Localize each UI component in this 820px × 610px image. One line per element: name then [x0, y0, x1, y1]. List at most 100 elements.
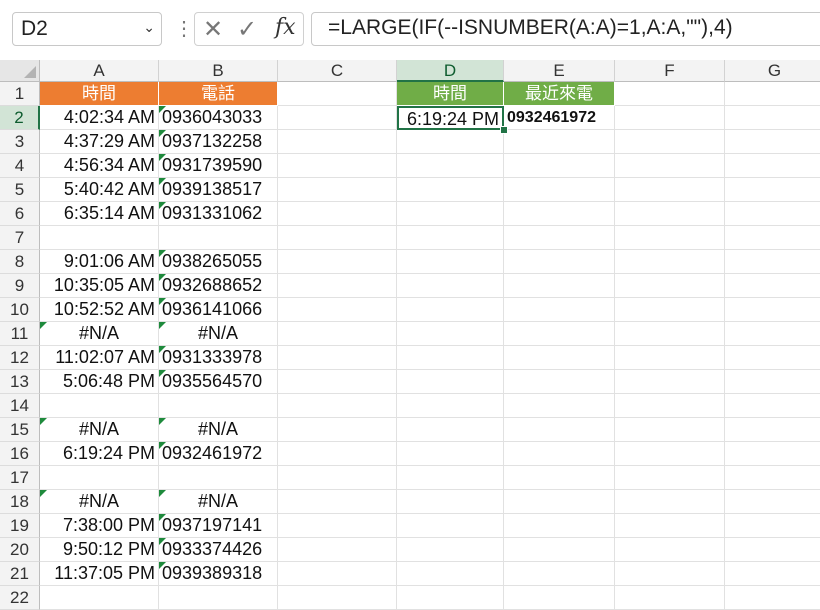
cell-f14[interactable]: [615, 394, 725, 418]
row-header-3[interactable]: 3: [0, 130, 40, 154]
cell-g18[interactable]: [725, 490, 820, 514]
row-header-4[interactable]: 4: [0, 154, 40, 178]
cell-c4[interactable]: [278, 154, 397, 178]
cell-time[interactable]: #N/A: [40, 418, 159, 442]
cell-time[interactable]: 5:40:42 AM: [40, 178, 159, 202]
header-latest-call[interactable]: 最近來電: [504, 82, 615, 106]
cancel-icon[interactable]: ✕: [203, 15, 223, 44]
insert-function-icon[interactable]: fx: [275, 15, 296, 40]
cell-f10[interactable]: [615, 298, 725, 322]
row-header-9[interactable]: 9: [0, 274, 40, 298]
cell-phone[interactable]: 0938265055: [159, 250, 278, 274]
cell-f22[interactable]: [615, 586, 725, 610]
cell-d21[interactable]: [397, 562, 504, 586]
cell-f1[interactable]: [615, 82, 725, 106]
cell-phone[interactable]: 0931333978: [159, 346, 278, 370]
column-header-a[interactable]: A: [40, 60, 159, 82]
cell-phone[interactable]: [159, 394, 278, 418]
cell-d4[interactable]: [397, 154, 504, 178]
cell-time[interactable]: 11:02:07 AM: [40, 346, 159, 370]
chevron-down-icon[interactable]: ⌄: [143, 19, 155, 36]
cell-g16[interactable]: [725, 442, 820, 466]
cell-c19[interactable]: [278, 514, 397, 538]
row-header-19[interactable]: 19: [0, 514, 40, 538]
cell-e21[interactable]: [504, 562, 615, 586]
cell-e13[interactable]: [504, 370, 615, 394]
cell-e22[interactable]: [504, 586, 615, 610]
row-header-13[interactable]: 13: [0, 370, 40, 394]
row-header-21[interactable]: 21: [0, 562, 40, 586]
cell-phone[interactable]: 0931331062: [159, 202, 278, 226]
fill-handle[interactable]: [500, 126, 508, 134]
cell-phone[interactable]: 0939138517: [159, 178, 278, 202]
cell-phone[interactable]: [159, 226, 278, 250]
cell-phone[interactable]: [159, 466, 278, 490]
row-header-7[interactable]: 7: [0, 226, 40, 250]
cell-f21[interactable]: [615, 562, 725, 586]
cell-d11[interactable]: [397, 322, 504, 346]
cell-f4[interactable]: [615, 154, 725, 178]
cell-time[interactable]: 4:02:34 AM: [40, 106, 159, 130]
column-header-c[interactable]: C: [278, 60, 397, 82]
cell-d22[interactable]: [397, 586, 504, 610]
cell-e12[interactable]: [504, 346, 615, 370]
cell-f19[interactable]: [615, 514, 725, 538]
cell-g7[interactable]: [725, 226, 820, 250]
column-header-b[interactable]: B: [159, 60, 278, 82]
column-header-d[interactable]: D: [397, 60, 504, 82]
cell-c5[interactable]: [278, 178, 397, 202]
formula-input[interactable]: =LARGE(IF(--ISNUMBER(A:A)=1,A:A,""),4): [311, 12, 820, 46]
header-time[interactable]: 時間: [40, 82, 159, 106]
cell-g5[interactable]: [725, 178, 820, 202]
cell-time[interactable]: 10:52:52 AM: [40, 298, 159, 322]
cell-g17[interactable]: [725, 466, 820, 490]
cell-f20[interactable]: [615, 538, 725, 562]
cell-e15[interactable]: [504, 418, 615, 442]
cell-f13[interactable]: [615, 370, 725, 394]
cell-c20[interactable]: [278, 538, 397, 562]
cell-c17[interactable]: [278, 466, 397, 490]
cell-d10[interactable]: [397, 298, 504, 322]
cell-phone[interactable]: 0932688652: [159, 274, 278, 298]
cell-d14[interactable]: [397, 394, 504, 418]
cell-g4[interactable]: [725, 154, 820, 178]
cell-c1[interactable]: [278, 82, 397, 106]
cell-e11[interactable]: [504, 322, 615, 346]
cell-e16[interactable]: [504, 442, 615, 466]
cell-phone[interactable]: 0937197141: [159, 514, 278, 538]
cell-c13[interactable]: [278, 370, 397, 394]
cell-d15[interactable]: [397, 418, 504, 442]
cell-g3[interactable]: [725, 130, 820, 154]
cell-time[interactable]: [40, 226, 159, 250]
select-all-button[interactable]: [0, 60, 40, 82]
cell-e19[interactable]: [504, 514, 615, 538]
cell-e14[interactable]: [504, 394, 615, 418]
name-box[interactable]: D2 ⌄: [12, 12, 162, 46]
header-result-time[interactable]: 時間: [397, 82, 504, 106]
cell-time[interactable]: 9:50:12 PM: [40, 538, 159, 562]
cell-e18[interactable]: [504, 490, 615, 514]
cell-phone[interactable]: 0933374426: [159, 538, 278, 562]
cell-c9[interactable]: [278, 274, 397, 298]
cell-g10[interactable]: [725, 298, 820, 322]
header-phone[interactable]: 電話: [159, 82, 278, 106]
cell-c6[interactable]: [278, 202, 397, 226]
cell-d19[interactable]: [397, 514, 504, 538]
enter-icon[interactable]: ✓: [237, 15, 257, 44]
cell-time[interactable]: #N/A: [40, 322, 159, 346]
cell-time[interactable]: [40, 466, 159, 490]
cell-e17[interactable]: [504, 466, 615, 490]
cell-e8[interactable]: [504, 250, 615, 274]
cell-c2[interactable]: [278, 106, 397, 130]
row-header-20[interactable]: 20: [0, 538, 40, 562]
cell-d8[interactable]: [397, 250, 504, 274]
cell-phone[interactable]: 0936141066: [159, 298, 278, 322]
cell-g15[interactable]: [725, 418, 820, 442]
cell-phone[interactable]: 0939389318: [159, 562, 278, 586]
cell-f6[interactable]: [615, 202, 725, 226]
cell-time[interactable]: 4:56:34 AM: [40, 154, 159, 178]
cell-c21[interactable]: [278, 562, 397, 586]
row-header-11[interactable]: 11: [0, 322, 40, 346]
cell-time[interactable]: 4:37:29 AM: [40, 130, 159, 154]
cell-c7[interactable]: [278, 226, 397, 250]
